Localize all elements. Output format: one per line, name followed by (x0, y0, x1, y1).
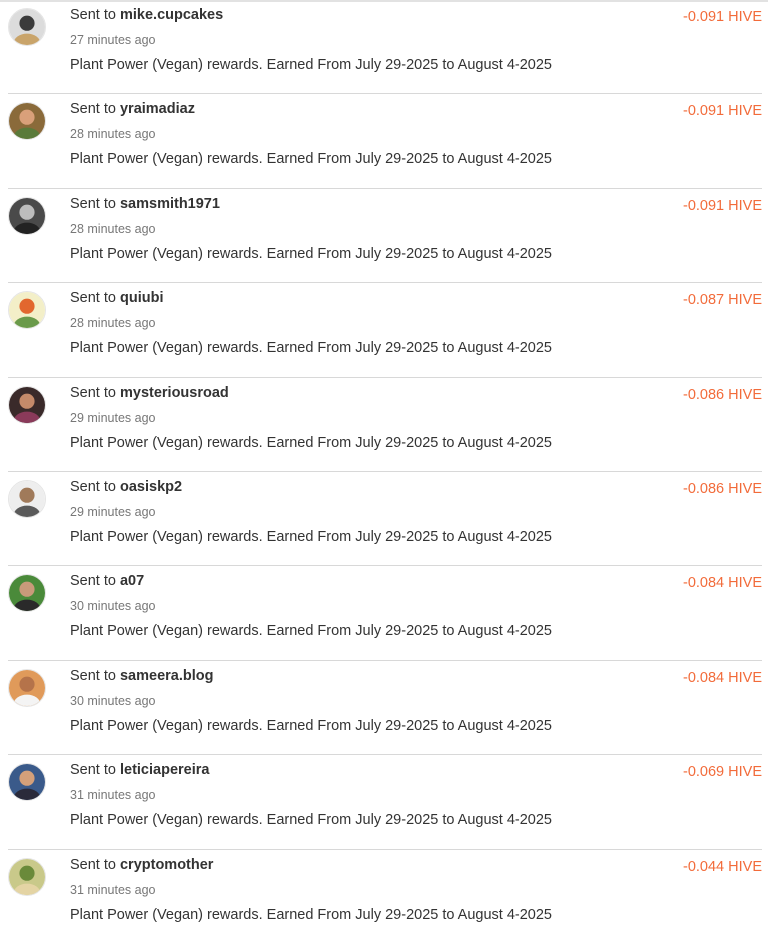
avatar-image (9, 575, 45, 612)
avatar-image (9, 858, 45, 895)
avatar-image (9, 197, 45, 234)
timestamp: 28 minutes ago (70, 316, 156, 331)
amount: -0.087 HIVE (683, 292, 762, 309)
timestamp: 29 minutes ago (70, 504, 156, 519)
timestamp: 29 minutes ago (70, 410, 156, 425)
sent-line: Sent to samsmith1971 (70, 196, 220, 212)
avatar[interactable] (8, 574, 46, 613)
transaction-row: Sent to quiubi 28 minutes ago Plant Power … (0, 283, 768, 378)
timestamp: 27 minutes ago (70, 33, 156, 47)
avatar-image (9, 386, 45, 423)
sent-prefix: Sent to (70, 101, 116, 118)
recipient-link[interactable]: oasiskp2 (120, 479, 182, 495)
avatar-image (9, 9, 45, 45)
amount: -0.044 HIVE (683, 858, 762, 875)
sent-line: Sent to mike.cupcakes (70, 7, 223, 23)
timestamp: 31 minutes ago (70, 788, 156, 803)
avatar[interactable] (8, 291, 46, 330)
sent-prefix: Sent to (70, 384, 116, 401)
recipient-link[interactable]: mysteriousroad (120, 385, 229, 401)
sent-line: Sent to yraimadiaz (70, 101, 195, 117)
memo-text: Plant Power (Vegan) rewards. Earned From… (70, 812, 552, 829)
timestamp: 31 minutes ago (70, 882, 156, 897)
avatar[interactable] (8, 8, 46, 46)
transaction-row: Sent to mike.cupcakes 27 minutes ago Plant… (0, 0, 768, 95)
avatar[interactable] (8, 196, 46, 235)
timestamp: 30 minutes ago (70, 599, 156, 614)
sent-line: Sent to a07 (70, 573, 144, 589)
sent-line: Sent to sameera.blog (70, 668, 213, 684)
sent-prefix: Sent to (70, 195, 116, 212)
memo-text: Plant Power (Vegan) rewards. Earned From… (70, 528, 552, 545)
sent-prefix: Sent to (70, 667, 116, 684)
amount: -0.091 HIVE (683, 197, 762, 214)
recipient-link[interactable]: samsmith1971 (120, 196, 220, 212)
transaction-row: Sent to samsmith1971 28 minutes ago Plant … (0, 189, 768, 284)
sent-prefix: Sent to (70, 478, 116, 495)
amount: -0.084 HIVE (683, 575, 762, 592)
avatar-image (9, 480, 45, 517)
sent-line: Sent to mysteriousroad (70, 385, 229, 401)
recipient-link[interactable]: cryptomother (120, 857, 213, 873)
sent-line: Sent to cryptomother (70, 857, 213, 873)
amount: -0.069 HIVE (683, 764, 762, 781)
sent-prefix: Sent to (70, 290, 116, 307)
recipient-link[interactable]: mike.cupcakes (120, 7, 223, 23)
avatar[interactable] (8, 479, 46, 518)
timestamp: 28 minutes ago (70, 127, 156, 142)
amount: -0.086 HIVE (683, 386, 762, 403)
memo-text: Plant Power (Vegan) rewards. Earned From… (70, 57, 552, 73)
amount: -0.091 HIVE (683, 103, 762, 120)
avatar[interactable] (8, 763, 46, 802)
sent-prefix: Sent to (70, 7, 116, 23)
avatar-image (9, 669, 45, 706)
avatar[interactable] (8, 668, 46, 707)
recipient-link[interactable]: quiubi (120, 290, 164, 306)
recipient-link[interactable]: a07 (120, 573, 144, 589)
memo-text: Plant Power (Vegan) rewards. Earned From… (70, 245, 552, 262)
transaction-row: Sent to a07 30 minutes ago Plant Power (Ve… (0, 566, 768, 661)
timestamp: 28 minutes ago (70, 221, 156, 236)
transaction-row: Sent to cryptomother 31 minutes ago Plant … (0, 850, 768, 944)
memo-text: Plant Power (Vegan) rewards. Earned From… (70, 717, 552, 734)
timestamp: 30 minutes ago (70, 693, 156, 708)
memo-text: Plant Power (Vegan) rewards. Earned From… (70, 906, 552, 923)
memo-text: Plant Power (Vegan) rewards. Earned From… (70, 151, 552, 168)
amount: -0.086 HIVE (683, 480, 762, 497)
transaction-row: Sent to mysteriousroad 29 minutes ago Plan… (0, 378, 768, 472)
amount: -0.084 HIVE (683, 669, 762, 686)
recipient-link[interactable]: leticiapereira (120, 762, 209, 778)
sent-prefix: Sent to (70, 762, 116, 779)
memo-text: Plant Power (Vegan) rewards. Earned From… (70, 340, 552, 357)
transaction-row: Sent to sameera.blog 30 minutes ago Plant … (0, 661, 768, 756)
sent-line: Sent to leticiapereira (70, 762, 209, 778)
avatar-image (9, 292, 45, 329)
recipient-link[interactable]: yraimadiaz (120, 101, 195, 117)
memo-text: Plant Power (Vegan) rewards. Earned From… (70, 434, 552, 451)
transaction-row: Sent to leticiapereira 31 minutes ago Plan… (0, 755, 768, 850)
sent-line: Sent to quiubi (70, 290, 163, 306)
transaction-list: Sent to mike.cupcakes 27 minutes ago Plant… (0, 0, 768, 944)
sent-prefix: Sent to (70, 573, 116, 590)
sent-line: Sent to oasiskp2 (70, 479, 182, 495)
recipient-link[interactable]: sameera.blog (120, 668, 214, 684)
transaction-row: Sent to yraimadiaz 28 minutes ago Plant Po… (0, 94, 768, 189)
memo-text: Plant Power (Vegan) rewards. Earned From… (70, 623, 552, 640)
avatar[interactable] (8, 857, 46, 896)
amount: -0.091 HIVE (683, 9, 762, 25)
sent-prefix: Sent to (70, 856, 116, 873)
avatar-image (9, 103, 45, 140)
avatar-image (9, 764, 45, 801)
avatar[interactable] (8, 102, 46, 141)
avatar[interactable] (8, 385, 46, 424)
transaction-row: Sent to oasiskp2 29 minutes ago Plant Powe… (0, 472, 768, 567)
